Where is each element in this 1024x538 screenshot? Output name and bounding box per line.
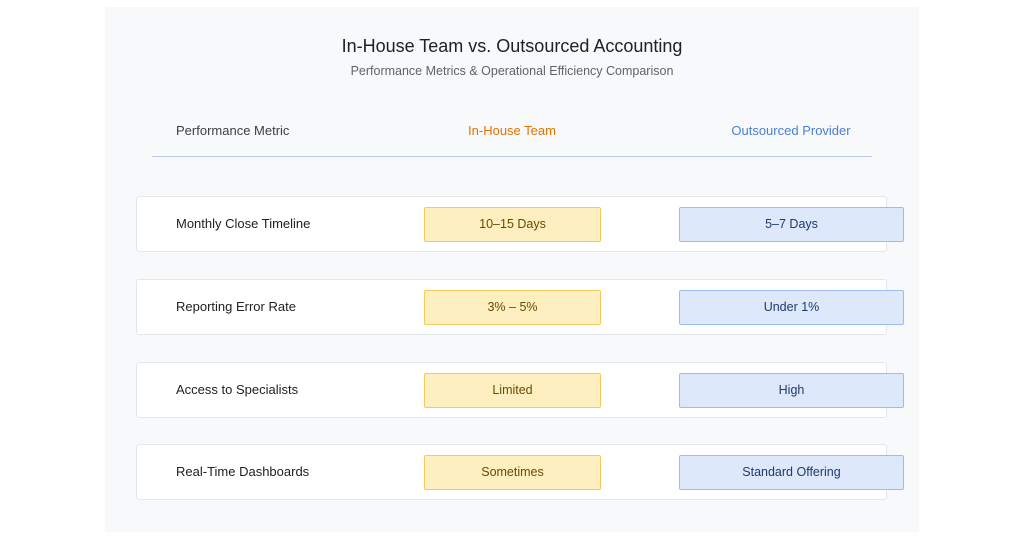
inhouse-value-badge: 10–15 Days [424, 207, 601, 242]
inhouse-value-badge: Sometimes [424, 455, 601, 490]
table-row: Monthly Close Timeline 10–15 Days 5–7 Da… [136, 196, 904, 252]
outsourced-value-badge: High [679, 373, 904, 408]
row-metric-label: Real-Time Dashboards [176, 464, 310, 479]
header-divider [152, 156, 872, 157]
table-row: Real-Time Dashboards Sometimes Standard … [136, 444, 904, 500]
outsourced-value-badge: Standard Offering [679, 455, 904, 490]
row-metric-label: Access to Specialists [176, 382, 299, 397]
outsourced-value-badge: Under 1% [679, 290, 904, 325]
table-header: Performance Metric In-House Team Outsour… [105, 123, 919, 143]
row-metric-label: Monthly Close Timeline [176, 216, 311, 231]
outsourced-value-badge: 5–7 Days [679, 207, 904, 242]
table-row: Access to Specialists Limited High [136, 362, 904, 418]
row-metric-label: Reporting Error Rate [176, 299, 296, 314]
inhouse-value-badge: Limited [424, 373, 601, 408]
column-header-inhouse: In-House Team [468, 123, 556, 138]
column-header-outsourced: Outsourced Provider [731, 123, 851, 138]
column-header-metric: Performance Metric [176, 123, 290, 138]
comparison-panel: In-House Team vs. Outsourced Accounting … [105, 7, 919, 532]
table-row: Reporting Error Rate 3% – 5% Under 1% [136, 279, 904, 335]
page-subtitle: Performance Metrics & Operational Effici… [350, 64, 674, 78]
page-title: In-House Team vs. Outsourced Accounting [341, 36, 683, 56]
inhouse-value-badge: 3% – 5% [424, 290, 601, 325]
